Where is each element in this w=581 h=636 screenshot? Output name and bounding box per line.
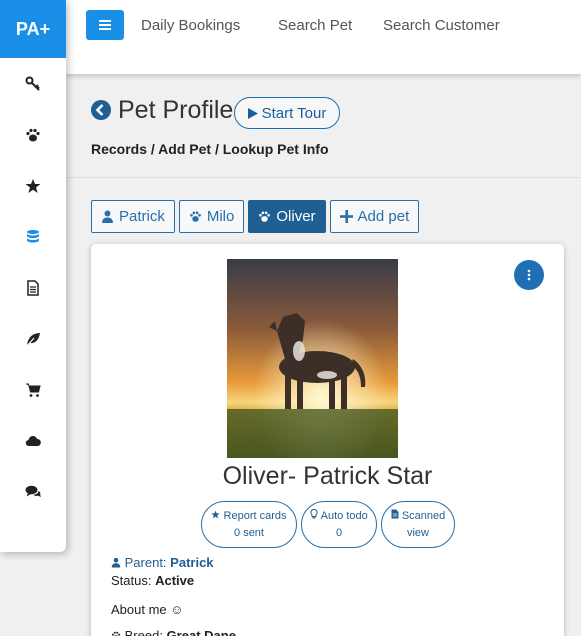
parent-link[interactable]: Patrick: [170, 555, 213, 570]
nav-search-pet[interactable]: Search Pet: [278, 17, 352, 34]
breed-label: Breed:: [124, 628, 163, 636]
about-row: About me ☺: [111, 602, 184, 617]
breed-row: Breed: Great Dane: [111, 628, 236, 636]
tab-oliver[interactable]: Oliver: [248, 200, 326, 233]
sidebar-item-pets[interactable]: [0, 109, 66, 160]
sidebar-item-cloud[interactable]: [0, 415, 66, 466]
cart-icon: [26, 383, 41, 397]
sidebar-item-favorites[interactable]: [0, 160, 66, 211]
pet-stats: Report cards 0 sent Auto todo 0 Scanned …: [201, 501, 455, 548]
star-icon: [25, 178, 41, 193]
sidebar: PA+: [0, 0, 66, 552]
auto-todo-count: 0: [335, 526, 343, 539]
start-tour-label: Start Tour: [261, 104, 327, 122]
scanned-line1: Scanned: [391, 508, 445, 525]
parent-row: Parent: Patrick: [111, 555, 214, 570]
auto-todo-button[interactable]: Auto todo 0: [301, 501, 377, 548]
tab-label: Add pet: [357, 208, 410, 225]
report-cards-line1: Report cards: [211, 508, 287, 525]
paw-icon: [111, 631, 121, 636]
start-tour-button[interactable]: Start Tour: [234, 97, 340, 129]
tab-label: Oliver: [276, 208, 316, 225]
pet-name: Oliver- Patrick Star: [222, 462, 433, 490]
comments-icon: [25, 485, 41, 497]
sidebar-item-documents[interactable]: [0, 262, 66, 313]
lightbulb-icon: [310, 508, 318, 518]
smile-icon: ☺: [170, 602, 184, 617]
document-icon: [27, 279, 39, 296]
auto-todo-line1: Auto todo: [310, 508, 368, 525]
report-cards-count: 0 sent: [234, 526, 264, 539]
database-icon: [27, 229, 39, 242]
page-title: Pet Profile: [118, 96, 234, 124]
pet-photo: [227, 259, 398, 458]
hamburger-icon: [99, 20, 111, 30]
star-icon: [211, 510, 221, 518]
menu-toggle-button[interactable]: [86, 10, 124, 40]
top-navbar: Daily Bookings Search Pet Search Custome…: [66, 0, 581, 74]
nav-daily-bookings[interactable]: Daily Bookings: [141, 17, 240, 34]
breed-value: Great Dane: [166, 628, 236, 636]
user-icon: [102, 210, 113, 223]
scanned-view-button[interactable]: Scanned view: [381, 501, 455, 548]
paw-icon: [259, 211, 271, 222]
parent-label: Parent:: [124, 555, 167, 570]
tab-patrick[interactable]: Patrick: [91, 200, 175, 233]
sidebar-item-nature[interactable]: [0, 313, 66, 364]
more-options-button[interactable]: [514, 260, 544, 290]
back-arrow-icon[interactable]: [91, 100, 111, 120]
scanned-line2: view: [406, 526, 429, 539]
key-icon: [25, 76, 40, 91]
nav-search-customer[interactable]: Search Customer: [383, 17, 500, 34]
tab-milo[interactable]: Milo: [178, 200, 245, 233]
about-label: About me: [111, 602, 167, 617]
cloud-icon: [25, 435, 41, 446]
leaf-icon: [26, 332, 40, 346]
sidebar-item-messages[interactable]: [0, 466, 66, 517]
tab-add-pet[interactable]: Add pet: [329, 200, 420, 233]
plus-icon: [339, 210, 353, 223]
status-row: Status: Active: [111, 573, 194, 588]
report-cards-button[interactable]: Report cards 0 sent: [201, 501, 297, 548]
page-header: Pet Profile Start Tour Records / Add Pet…: [66, 74, 581, 178]
status-value: Active: [155, 573, 195, 588]
sidebar-item-records[interactable]: [0, 211, 66, 262]
breadcrumb: Records / Add Pet / Lookup Pet Info: [91, 141, 329, 157]
sidebar-item-keys[interactable]: [0, 58, 66, 109]
status-label: Status:: [111, 573, 152, 588]
user-icon: [111, 557, 121, 568]
tab-label: Patrick: [119, 208, 165, 225]
play-icon: [247, 107, 258, 119]
brand-logo[interactable]: PA+: [0, 0, 66, 58]
file-icon: [391, 509, 399, 518]
pet-profile-card: Oliver- Patrick Star Report cards 0 sent…: [91, 244, 564, 636]
paw-icon: [26, 128, 40, 141]
sidebar-item-shop[interactable]: [0, 364, 66, 415]
tab-label: Milo: [206, 208, 235, 225]
vertical-dots-icon: [527, 269, 531, 281]
pet-tabs: Patrick Milo Oliver Add pet: [91, 200, 420, 233]
paw-icon: [189, 211, 201, 222]
